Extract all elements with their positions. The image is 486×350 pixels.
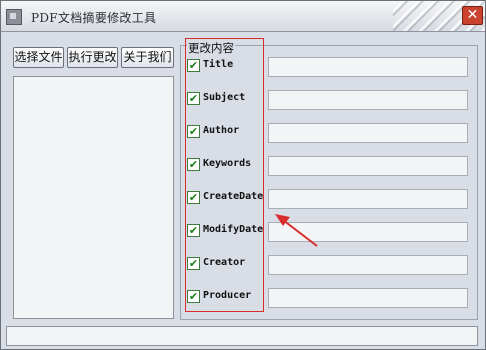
window-title: PDF文档摘要修改工具 — [31, 11, 157, 25]
main-content: 选择文件 执行更改 关于我们 更改内容 ✔ Title ✔ Subject ✔ … — [1, 32, 485, 322]
app-icon — [6, 9, 22, 25]
app-window: PDF文档摘要修改工具 ✕ 选择文件 执行更改 关于我们 更改内容 ✔ Titl… — [0, 0, 486, 350]
annotation-arrow-icon — [275, 214, 318, 247]
status-bar — [6, 326, 478, 346]
title-bar[interactable]: PDF文档摘要修改工具 ✕ — [1, 1, 485, 32]
close-button[interactable]: ✕ — [462, 6, 483, 25]
